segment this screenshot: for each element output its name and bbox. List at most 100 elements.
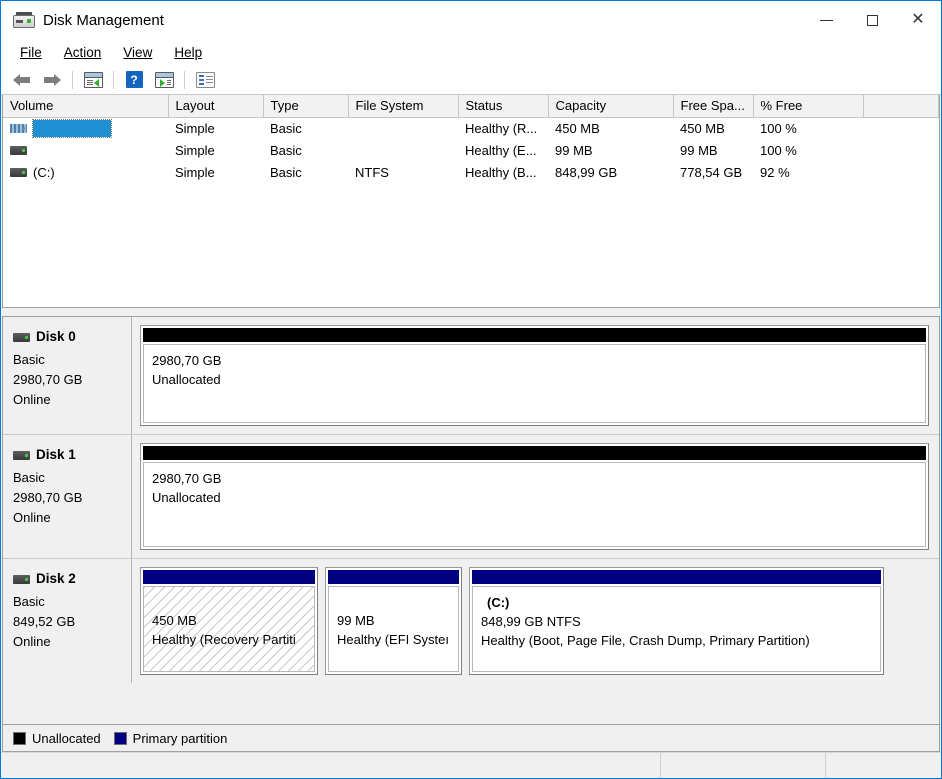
- close-icon: ✕: [911, 11, 925, 28]
- disk-icon: [13, 450, 30, 460]
- menu-file[interactable]: File: [9, 42, 53, 63]
- help-icon: ?: [125, 71, 143, 88]
- show-hide-console-tree-button[interactable]: [78, 68, 108, 92]
- disk-name: Disk 0: [36, 329, 76, 344]
- cell-volume[interactable]: [3, 139, 168, 161]
- cell-blank: [863, 161, 939, 183]
- menu-file-label: File: [20, 44, 42, 60]
- partition-label: [337, 594, 450, 612]
- cell-blank: [863, 117, 939, 139]
- disk-info-0[interactable]: Disk 0 Basic 2980,70 GB Online: [3, 317, 132, 434]
- forward-button[interactable]: [37, 68, 67, 92]
- show-hide-action-pane-button[interactable]: [149, 68, 179, 92]
- partition-recovery[interactable]: 450 MB Healthy (Recovery Partiti: [140, 567, 318, 675]
- disk-row-0[interactable]: Disk 0 Basic 2980,70 GB Online 2980,70 G…: [3, 317, 939, 435]
- disk-type: Basic: [13, 593, 45, 609]
- cell-capacity: 450 MB: [555, 120, 600, 136]
- disk-partitions-0: 2980,70 GB Unallocated: [132, 317, 939, 434]
- column-header-file-system[interactable]: File System: [348, 95, 459, 118]
- disk-management-window: Disk Management ✕ File Action View Help: [0, 0, 942, 779]
- column-header-type[interactable]: Type: [263, 95, 349, 118]
- partition-color-bar: [472, 570, 881, 584]
- cell-percent-free: 100 %: [760, 120, 797, 136]
- column-header-capacity[interactable]: Capacity: [548, 95, 674, 118]
- cell-file-system: NTFS: [355, 164, 389, 180]
- disk-size: 2980,70 GB: [13, 490, 83, 506]
- disk-row-1[interactable]: Disk 1 Basic 2980,70 GB Online 2980,70 G…: [3, 435, 939, 559]
- cell-type: Basic: [270, 142, 302, 158]
- recovery-volume-icon: [10, 123, 27, 133]
- disk-partitions-2: 450 MB Healthy (Recovery Partiti 99 MB H…: [132, 559, 939, 683]
- table-row[interactable]: (C:) Simple Basic NTFS Healthy (B... 848…: [3, 161, 939, 183]
- column-header-layout[interactable]: Layout: [168, 95, 264, 118]
- legend-label-unallocated: Unallocated: [32, 730, 101, 746]
- partition-unallocated[interactable]: 2980,70 GB Unallocated: [140, 325, 929, 426]
- show-hide-action-pane-icon: [154, 71, 174, 88]
- legend-item-primary-partition: Primary partition: [113, 731, 227, 746]
- partition-size: 99 MB: [337, 613, 375, 628]
- disk-info-2[interactable]: Disk 2 Basic 849,52 GB Online: [3, 559, 132, 683]
- status-pane-3: [826, 753, 941, 778]
- help-button[interactable]: ?: [119, 68, 149, 92]
- partition-empty-space: [891, 567, 929, 675]
- minimize-icon: [819, 19, 833, 21]
- disk-icon: [13, 332, 30, 342]
- menu-help-label: Help: [174, 44, 203, 60]
- pane-splitter[interactable]: [1, 308, 941, 316]
- maximize-button[interactable]: [849, 1, 895, 39]
- legend-bar: Unallocated Primary partition: [2, 725, 940, 752]
- cell-file-system: [348, 117, 458, 139]
- volume-name-selected: [32, 118, 112, 138]
- partition-details: (C:) 848,99 GB NTFS Healthy (Boot, Page …: [472, 586, 881, 672]
- status-bar: [1, 752, 941, 778]
- graphical-disk-pane: Disk 0 Basic 2980,70 GB Online 2980,70 G…: [2, 316, 940, 725]
- partition-unallocated[interactable]: 2980,70 GB Unallocated: [140, 443, 929, 550]
- menu-view[interactable]: View: [112, 42, 163, 63]
- disk-size: 2980,70 GB: [13, 372, 83, 388]
- volume-list-pane[interactable]: Volume Layout Type File System Status Ca…: [2, 95, 940, 308]
- disk-name: Disk 1: [36, 447, 76, 462]
- cell-status: Healthy (R...: [465, 120, 538, 136]
- cell-free-space: 99 MB: [680, 142, 718, 158]
- partition-size: 848,99 GB NTFS: [481, 613, 581, 629]
- back-button[interactable]: [7, 68, 37, 92]
- volume-icon: [10, 167, 27, 177]
- menu-action[interactable]: Action: [53, 42, 113, 63]
- volume-icon: [10, 145, 27, 155]
- close-button[interactable]: ✕: [895, 1, 941, 39]
- partition-status: Healthy (Boot, Page File, Crash Dump, Pr…: [481, 632, 810, 648]
- partition-color-bar: [143, 446, 926, 460]
- maximize-icon: [866, 14, 878, 26]
- status-pane-1: [1, 753, 661, 778]
- table-row[interactable]: Simple Basic Healthy (E... 99 MB 99 MB 1…: [3, 139, 939, 161]
- table-row[interactable]: Simple Basic Healthy (R... 450 MB 450 MB…: [3, 117, 939, 139]
- minimize-button[interactable]: [803, 1, 849, 39]
- menu-help[interactable]: Help: [163, 42, 213, 63]
- cell-layout: Simple: [175, 164, 215, 180]
- window-controls: ✕: [803, 1, 941, 39]
- disk-status: Online: [13, 634, 51, 650]
- disk-info-1[interactable]: Disk 1 Basic 2980,70 GB Online: [3, 435, 132, 558]
- column-header-status[interactable]: Status: [458, 95, 549, 118]
- partition-c-drive[interactable]: (C:) 848,99 GB NTFS Healthy (Boot, Page …: [469, 567, 884, 675]
- cell-status: Healthy (B...: [465, 164, 537, 180]
- column-header-percent-free[interactable]: % Free: [753, 95, 864, 118]
- column-header-volume[interactable]: Volume: [3, 95, 169, 118]
- disk-name: Disk 2: [36, 571, 76, 586]
- column-header-free-space[interactable]: Free Spa...: [673, 95, 754, 118]
- properties-button[interactable]: [190, 68, 220, 92]
- cell-free-space: 450 MB: [680, 120, 725, 136]
- menu-view-label: View: [123, 44, 153, 60]
- cell-volume[interactable]: (C:): [3, 161, 168, 183]
- cell-volume[interactable]: [3, 117, 168, 139]
- column-header-blank[interactable]: [863, 95, 939, 118]
- partition-efi[interactable]: 99 MB Healthy (EFI Systeı: [325, 567, 462, 675]
- disk-row-2[interactable]: Disk 2 Basic 849,52 GB Online 450 MB Hea…: [3, 559, 939, 683]
- cell-file-system: [348, 139, 458, 161]
- disk-type: Basic: [13, 469, 45, 485]
- cell-percent-free: 92 %: [760, 164, 790, 180]
- partition-status: Healthy (Recovery Partiti: [152, 631, 296, 647]
- partition-color-bar: [143, 328, 926, 342]
- partition-status: Unallocated: [152, 489, 221, 505]
- disk-status: Online: [13, 510, 51, 526]
